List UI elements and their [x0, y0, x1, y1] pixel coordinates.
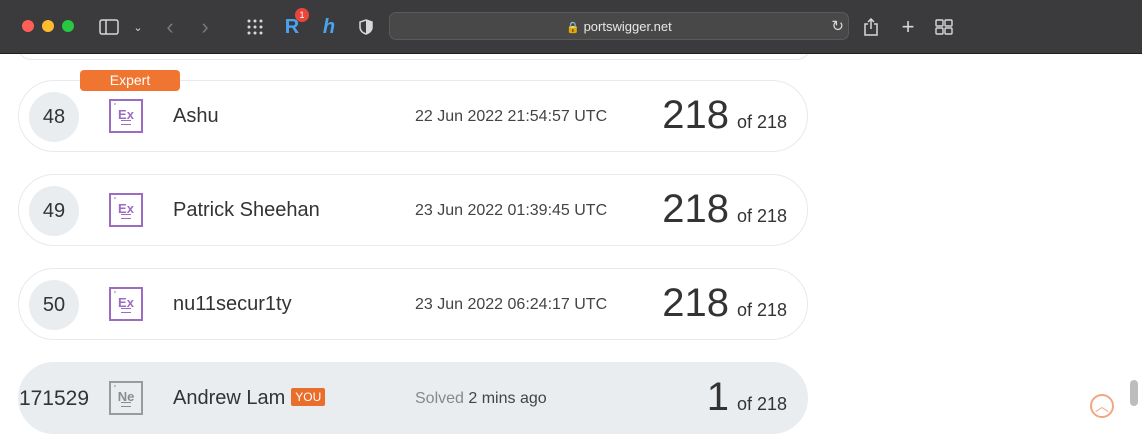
sidebar-icon[interactable] [97, 15, 121, 39]
completion-date: 23 Jun 2022 06:24:17 UTC [415, 296, 608, 313]
extension-h-icon[interactable]: h [317, 15, 341, 39]
completion-date: 22 Jun 2022 21:54:57 UTC [415, 108, 608, 125]
back-icon[interactable]: ‹ [158, 14, 182, 39]
user-name[interactable]: Patrick Sheehan [173, 199, 320, 222]
minimize-window-button[interactable] [42, 20, 54, 32]
grid-icon[interactable] [243, 15, 267, 39]
newcomer-level-icon: ' Ne [109, 381, 143, 415]
score: 218 of 218 [662, 281, 787, 325]
previous-row-edge [18, 54, 810, 60]
scroll-to-top-icon[interactable]: ︿ [1090, 394, 1114, 418]
lock-icon: 🔒 [566, 22, 580, 34]
new-tab-icon[interactable]: + [896, 14, 920, 39]
extension-badge: 1 [295, 8, 309, 22]
rank-number: 171529 [18, 387, 90, 410]
browser-toolbar: ⌄ ‹ › R 1 h 🔒 portswigger.net ↻ + [0, 0, 1142, 54]
tabs-overview-icon[interactable] [932, 15, 956, 39]
reload-icon[interactable]: ↻ [831, 17, 844, 35]
rank-badge: 49 [29, 186, 79, 236]
scrollbar-thumb[interactable] [1130, 380, 1138, 406]
chevron-down-icon[interactable]: ⌄ [126, 15, 150, 39]
leaderboard: Expert 48 ' Ex Ashu 22 Jun 2022 21:54:57 … [0, 54, 1142, 438]
completion-date: 23 Jun 2022 01:39:45 UTC [415, 202, 608, 219]
solved-time: Solved 2 mins ago [415, 390, 547, 407]
zoom-window-button[interactable] [62, 20, 74, 32]
expert-level-icon: ' Ex [109, 287, 143, 321]
you-badge: YOU [291, 388, 326, 406]
url-text: portswigger.net [583, 19, 672, 34]
leaderboard-row[interactable]: 49 ' Ex Patrick Sheehan 23 Jun 2022 01:39… [18, 174, 808, 246]
user-name[interactable]: nu11secur1ty [173, 293, 292, 316]
current-user-row[interactable]: 171529 ' Ne Andrew Lam YOU Solved 2 mins a… [18, 362, 808, 434]
expert-level-icon: ' Ex [109, 193, 143, 227]
user-name[interactable]: Ashu [173, 105, 219, 128]
expert-level-icon: ' Ex [109, 99, 143, 133]
rank-badge: 50 [29, 280, 79, 330]
expert-tag: Expert [80, 70, 180, 91]
score: 218 of 218 [662, 93, 787, 137]
leaderboard-row[interactable]: 50 ' Ex nu11secur1ty 23 Jun 2022 06:24:17… [18, 268, 808, 340]
rank-badge: 48 [29, 92, 79, 142]
score: 1 of 218 [706, 375, 787, 419]
address-bar[interactable]: 🔒 portswigger.net ↻ [389, 12, 849, 40]
score: 218 of 218 [662, 187, 787, 231]
user-name[interactable]: Andrew Lam YOU [173, 387, 326, 410]
forward-icon[interactable]: › [193, 14, 217, 39]
close-window-button[interactable] [22, 20, 34, 32]
share-icon[interactable] [859, 15, 883, 39]
shield-icon[interactable] [354, 15, 378, 39]
